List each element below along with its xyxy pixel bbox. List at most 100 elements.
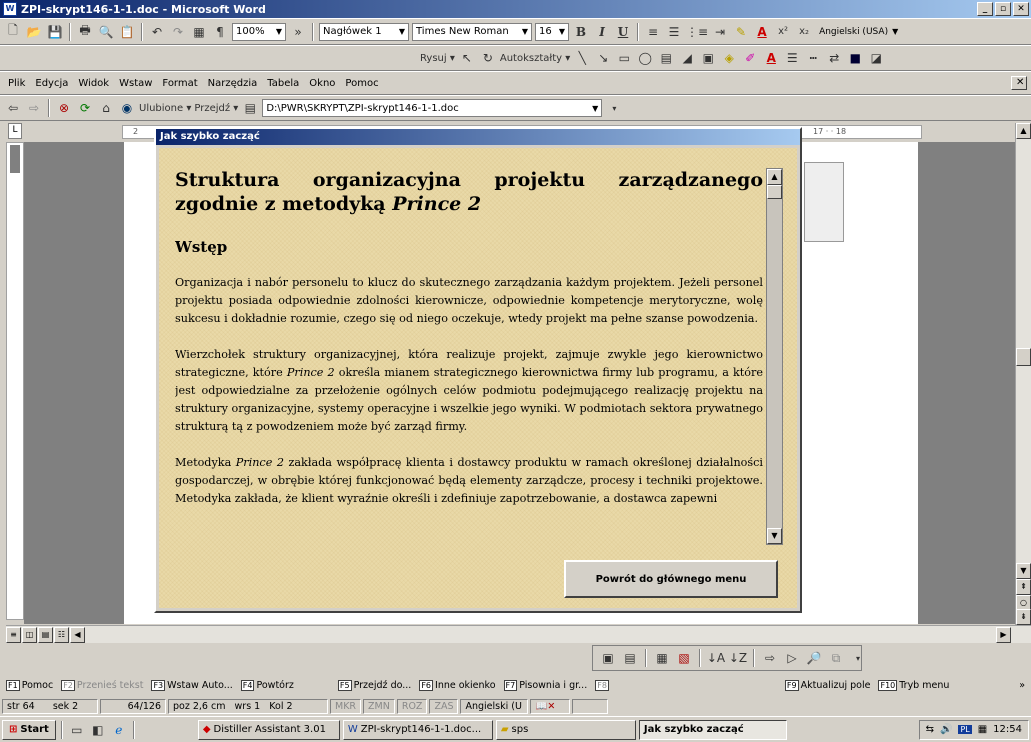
fkey-f8[interactable]: F8 [595, 679, 611, 691]
merge-field-icon[interactable]: ⇨ [761, 649, 779, 667]
next-page-button[interactable]: ⇟ [1016, 609, 1031, 625]
tray-network-icon[interactable]: ⇆ [926, 724, 934, 735]
oval-icon[interactable]: ◯ [636, 49, 654, 67]
fkey-f5[interactable]: F5 Przejdź do... [337, 679, 411, 691]
fill-color-icon[interactable]: ◈ [720, 49, 738, 67]
back-to-main-menu-button[interactable]: Powrót do głównego menu [564, 560, 778, 598]
autoshapes-menu[interactable]: Autokształty ▾ [500, 49, 570, 67]
status-extend[interactable]: ROZ [396, 698, 428, 714]
word-app-icon[interactable]: W [3, 2, 17, 16]
superscript-button[interactable]: x² [774, 23, 792, 41]
align-left-icon[interactable]: ≡ [644, 23, 662, 41]
refresh-icon[interactable]: ⟳ [76, 99, 94, 117]
restore-button[interactable]: ▫ [995, 2, 1011, 16]
content-scroll-down-button[interactable]: ▼ [767, 528, 782, 544]
toolbar-options-icon[interactable]: ▾ [605, 99, 623, 117]
show-web-toolbar-icon[interactable]: ▤ [241, 99, 259, 117]
free-rotate-icon[interactable]: ↻ [479, 49, 497, 67]
quicklaunch-icon[interactable]: ◧ [89, 721, 107, 739]
sort-descending-icon[interactable]: ↓Z [729, 649, 747, 667]
draw-font-color-icon[interactable]: A [762, 49, 780, 67]
status-language[interactable]: Angielski (U [460, 698, 529, 714]
back-arrow-icon[interactable]: ⇦ [4, 99, 22, 117]
goto-menu[interactable]: Przejdź ▾ [194, 99, 238, 117]
font-size-select[interactable]: 16 ▼ [535, 22, 569, 41]
open-folder-icon[interactable]: 📂 [25, 23, 43, 41]
copy-icon[interactable]: ⧉ [827, 649, 845, 667]
menu-view[interactable]: Widok [74, 78, 113, 89]
status-macro-record[interactable]: MKR [330, 698, 362, 714]
subscript-button[interactable]: x₂ [795, 23, 813, 41]
menu-format[interactable]: Format [158, 78, 201, 89]
print-icon[interactable]: 🖶 [76, 23, 94, 41]
sort-ascending-icon[interactable]: ↓A [707, 649, 725, 667]
content-scroll-thumb[interactable] [767, 185, 782, 199]
language-select[interactable]: Angielski (USA) ▼ [816, 23, 900, 41]
line-icon[interactable]: ╲ [573, 49, 591, 67]
form-options-icon[interactable]: ▤ [621, 649, 639, 667]
content-scrollbar[interactable]: ▲ ▼ [766, 168, 783, 545]
arrow-icon[interactable]: ↘ [594, 49, 612, 67]
show-desktop-icon[interactable]: ▭ [68, 721, 86, 739]
spelling-status-icon[interactable]: 📖✕ [530, 698, 571, 714]
underline-button[interactable]: U [614, 23, 632, 41]
style-select[interactable]: Nagłówek 1 ▼ [319, 22, 409, 41]
outline-view-icon[interactable]: ☷ [54, 627, 69, 643]
forward-arrow-icon[interactable]: ⇨ [25, 99, 43, 117]
web-view-icon[interactable]: ◫ [22, 627, 37, 643]
vertical-ruler[interactable] [6, 142, 24, 620]
paste-icon[interactable]: 📋 [118, 23, 136, 41]
favorites-menu[interactable]: Ulubione ▾ [139, 99, 191, 117]
tray-calendar-icon[interactable]: ▦ [978, 724, 987, 735]
go-to-record-icon[interactable]: ▷ [783, 649, 801, 667]
fkey-f6[interactable]: F6 Inne okienko [419, 679, 496, 691]
start-button[interactable]: ⊞ Start [2, 719, 56, 740]
scroll-down-button[interactable]: ▼ [1016, 563, 1031, 579]
status-track-changes[interactable]: ZMN [363, 698, 395, 714]
close-button[interactable]: ✕ [1013, 2, 1029, 16]
font-color-icon[interactable]: A [753, 23, 771, 41]
line-style-icon[interactable]: ☰ [783, 49, 801, 67]
fkey-f2[interactable]: F2 Przenieś tekst [61, 679, 143, 691]
normal-view-icon[interactable]: ≡ [6, 627, 21, 643]
stop-icon[interactable]: ⊗ [55, 99, 73, 117]
more-buttons-icon[interactable]: » [289, 23, 307, 41]
dash-style-icon[interactable]: ┅ [804, 49, 822, 67]
fkey-f7[interactable]: F7 Pisownia i gr... [503, 679, 587, 691]
line-color-icon[interactable]: ✐ [741, 49, 759, 67]
minimize-button[interactable]: _ [977, 2, 993, 16]
task-word-document[interactable]: W ZPI-skrypt146-1-1.doc... [342, 719, 493, 740]
address-field[interactable]: D:\PWR\SKRYPT\ZPI-skrypt146-1-1.doc ▼ [262, 99, 603, 117]
bold-button[interactable]: B [572, 23, 590, 41]
font-select[interactable]: Times New Roman ▼ [412, 22, 532, 41]
new-document-icon[interactable]: 🗋 [4, 23, 22, 41]
home-icon[interactable]: ⌂ [97, 99, 115, 117]
fkey-f3[interactable]: F3 Wstaw Auto... [151, 679, 233, 691]
fkey-more-icon[interactable]: » [1019, 680, 1025, 691]
select-objects-icon[interactable]: ↖ [458, 49, 476, 67]
tray-volume-icon[interactable]: 🔊 [940, 724, 952, 735]
tray-language-icon[interactable]: PL [958, 725, 972, 734]
find-record-icon[interactable]: 🔎 [805, 649, 823, 667]
save-icon[interactable]: 💾 [46, 23, 64, 41]
menu-tools[interactable]: Narzędzia [204, 78, 262, 89]
redo-icon[interactable]: ↷ [169, 23, 187, 41]
justify-icon[interactable]: ☰ [665, 23, 683, 41]
floating-options-icon[interactable]: ▾ [849, 649, 867, 667]
undo-icon[interactable]: ↶ [148, 23, 166, 41]
clock[interactable]: 12:54 [993, 724, 1022, 735]
document-close-button[interactable]: ✕ [1011, 76, 1027, 90]
zoom-select[interactable]: 100% ▼ [232, 22, 286, 41]
draw-menu[interactable]: Rysuj ▾ [420, 49, 455, 67]
internet-explorer-icon[interactable]: ℯ [110, 721, 128, 739]
scroll-up-button[interactable]: ▲ [1016, 123, 1031, 139]
form-field-icon[interactable]: ▣ [599, 649, 617, 667]
task-sps[interactable]: ▰ sps [495, 719, 636, 740]
scroll-left-button[interactable]: ◀ [70, 627, 85, 643]
fkey-f9[interactable]: F9 Aktualizuj pole [784, 679, 870, 691]
3d-icon[interactable]: ◪ [867, 49, 885, 67]
search-web-icon[interactable]: ◉ [118, 99, 136, 117]
content-scroll-up-button[interactable]: ▲ [767, 169, 782, 185]
rectangle-icon[interactable]: ▭ [615, 49, 633, 67]
fkey-f10[interactable]: F10 Tryb menu [878, 679, 949, 691]
